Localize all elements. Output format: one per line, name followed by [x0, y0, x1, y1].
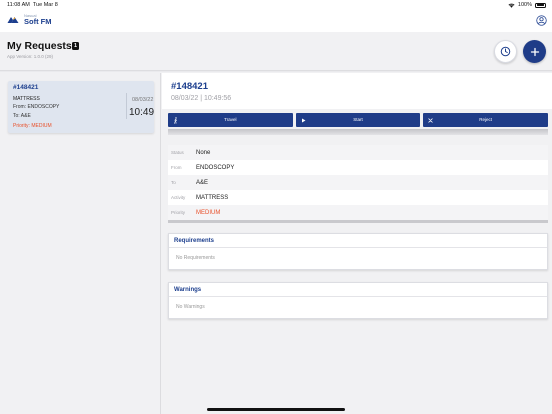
status-right: 100%: [508, 2, 546, 8]
add-request-button[interactable]: [523, 40, 546, 63]
plus-icon: [530, 47, 539, 56]
request-count-badge: 1: [72, 42, 79, 50]
detail-request-id: #148421: [171, 81, 208, 92]
history-button[interactable]: [494, 40, 517, 63]
info-value-priority: MEDIUM: [196, 209, 221, 216]
requirements-empty: No Requirements: [176, 255, 215, 261]
app-logo-icon: [7, 17, 19, 24]
info-value: MATTRESS: [196, 194, 229, 201]
travel-label: Travel: [224, 117, 237, 122]
info-key: To: [171, 180, 176, 185]
request-list: #148421 MATTRESS From: ENDOSCOPY To: A&E…: [0, 73, 161, 414]
detail-header: #148421 08/03/22 | 10:49:56: [162, 73, 552, 109]
info-key: From: [171, 165, 182, 170]
info-value: ENDOSCOPY: [196, 164, 235, 171]
card-divider: [126, 93, 127, 119]
info-value: A&E: [196, 179, 209, 186]
reject-label: Reject: [479, 117, 493, 122]
detail-datetime: 08/03/22 | 10:49:56: [171, 95, 232, 102]
travel-button[interactable]: Travel: [168, 113, 293, 127]
home-indicator[interactable]: [207, 408, 345, 411]
info-row-activity: Activity MATTRESS: [168, 190, 548, 205]
warnings-empty: No Warnings: [176, 304, 205, 310]
request-card-to: To: A&E: [13, 113, 31, 119]
request-card-priority: Priority: MEDIUM: [13, 123, 52, 129]
info-row-status: Status None: [168, 145, 548, 160]
request-card-from: From: ENDOSCOPY: [13, 104, 60, 110]
page-header: My Requests 1 App Version: 1.0.0 (29): [0, 32, 552, 72]
app-version: App Version: 1.0.0 (29): [7, 54, 54, 59]
battery-percent: 100%: [517, 2, 532, 8]
request-detail: #148421 08/03/22 | 10:49:56 Travel Start…: [162, 73, 552, 414]
history-clock-icon: [500, 46, 511, 57]
wifi-icon: [508, 3, 515, 8]
start-button[interactable]: Start: [295, 113, 421, 127]
action-bar-shadow: [168, 129, 548, 135]
info-row-priority: Priority MEDIUM: [168, 205, 548, 220]
nav-bar: Nasual Soft FM: [0, 10, 552, 32]
user-profile-icon[interactable]: [536, 15, 547, 26]
request-card-id: #148421: [13, 84, 39, 91]
request-info-table: Status None From ENDOSCOPY To A&E Activi…: [168, 145, 548, 223]
request-card-time: 10:49: [129, 107, 155, 118]
request-card-date: 08/03/22: [132, 97, 154, 103]
action-bar: Travel Start Reject: [168, 113, 549, 127]
warnings-panel: Warnings No Warnings: [168, 282, 548, 319]
battery-icon: [535, 2, 546, 8]
info-key: Priority: [171, 210, 186, 215]
status-time: 11:08 AM Tue Mar 8: [7, 2, 58, 8]
info-key: Status: [171, 150, 184, 155]
info-row-to: To A&E: [168, 175, 548, 190]
info-row-from: From ENDOSCOPY: [168, 160, 548, 175]
app-logo: Nasual Soft FM: [7, 14, 52, 26]
start-label: Start: [353, 117, 363, 122]
requirements-title: Requirements: [169, 234, 547, 248]
requirements-panel: Requirements No Requirements: [168, 233, 548, 270]
warnings-title: Warnings: [169, 283, 547, 297]
request-card[interactable]: #148421 MATTRESS From: ENDOSCOPY To: A&E…: [8, 81, 154, 133]
info-value: None: [196, 149, 211, 156]
page-title: My Requests: [7, 40, 72, 52]
info-key: Activity: [171, 195, 186, 200]
logo-name: Soft FM: [24, 17, 52, 26]
request-card-title: MATTRESS: [13, 96, 40, 102]
reject-button[interactable]: Reject: [423, 113, 549, 127]
status-bar: 11:08 AM Tue Mar 8 100%: [0, 0, 552, 10]
